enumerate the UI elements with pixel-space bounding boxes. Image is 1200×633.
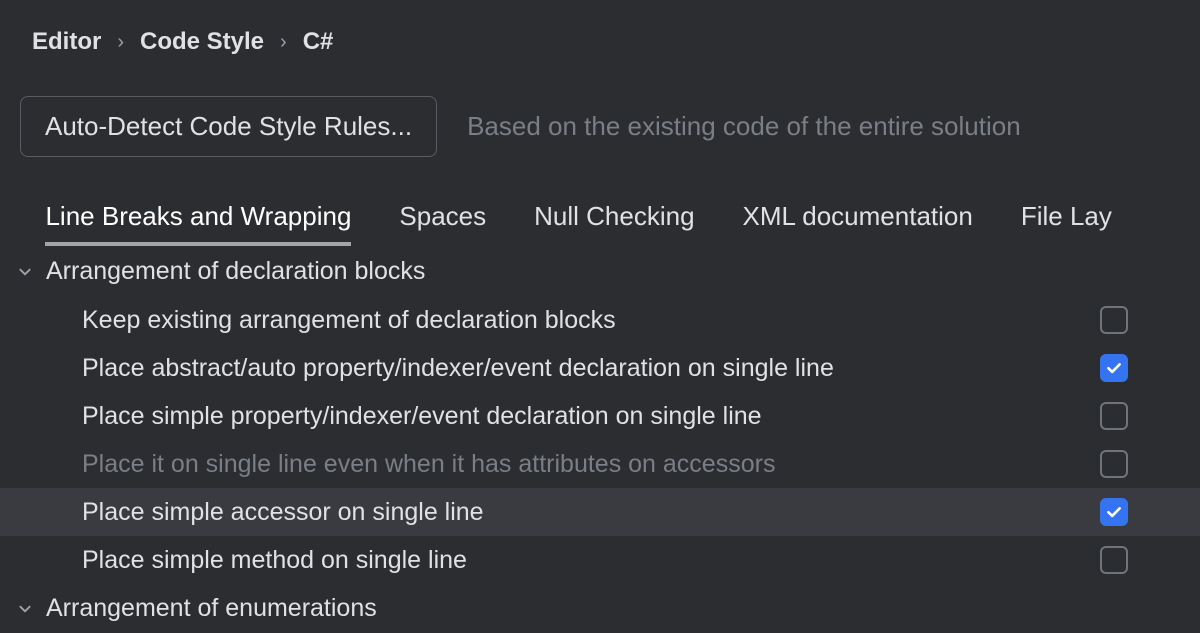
auto-detect-button[interactable]: Auto-Detect Code Style Rules... [20, 96, 437, 157]
chevron-down-icon [14, 602, 36, 616]
breadcrumb-item-csharp[interactable]: C# [303, 28, 334, 56]
tab-spaces[interactable]: Spaces [399, 193, 486, 246]
tab-xml-documentation[interactable]: XML documentation [743, 193, 973, 246]
toolbar: Auto-Detect Code Style Rules... Based on… [0, 74, 1200, 181]
chevron-right-icon: › [117, 31, 124, 54]
tab-null-checking[interactable]: Null Checking [534, 193, 694, 246]
settings-panel: Arrangement of declaration blocks Keep e… [0, 247, 1200, 633]
checkbox[interactable] [1100, 306, 1128, 334]
tab-file-layout[interactable]: File Lay [1021, 193, 1112, 246]
option-label: Place simple property/indexer/event decl… [82, 402, 762, 431]
option-row[interactable]: Keep existing arrangement of declaration… [0, 296, 1200, 344]
option-row[interactable]: Place abstract/auto property/indexer/eve… [0, 344, 1200, 392]
option-label: Place abstract/auto property/indexer/eve… [82, 354, 834, 383]
option-row[interactable]: Place simple property/indexer/event decl… [0, 392, 1200, 440]
checkbox[interactable] [1100, 450, 1128, 478]
chevron-right-icon: › [280, 31, 287, 54]
option-row[interactable]: Place it on single line even when it has… [0, 440, 1200, 488]
tab-line-breaks[interactable]: Line Breaks and Wrapping [45, 193, 351, 246]
checkbox[interactable] [1100, 546, 1128, 574]
breadcrumb-item-code-style[interactable]: Code Style [140, 28, 264, 56]
toolbar-hint: Based on the existing code of the entire… [467, 111, 1021, 142]
option-row[interactable]: Place simple accessor on single line [0, 488, 1200, 536]
option-row[interactable]: Place simple method on single line [0, 536, 1200, 584]
checkbox[interactable] [1100, 498, 1128, 526]
option-label: Place it on single line even when it has… [82, 450, 775, 479]
checkbox[interactable] [1100, 354, 1128, 382]
section-title: Arrangement of enumerations [46, 594, 377, 623]
breadcrumb: Editor › Code Style › C# [0, 0, 1200, 74]
chevron-down-icon [14, 265, 36, 279]
tabs: es Line Breaks and Wrapping Spaces Null … [0, 181, 1200, 247]
section-header-declaration-blocks[interactable]: Arrangement of declaration blocks [0, 247, 1200, 296]
section-header-enumerations[interactable]: Arrangement of enumerations [0, 584, 1200, 633]
option-label: Place simple accessor on single line [82, 498, 484, 527]
breadcrumb-item-editor[interactable]: Editor [32, 28, 101, 56]
section-title: Arrangement of declaration blocks [46, 257, 425, 286]
option-label: Place simple method on single line [82, 546, 467, 575]
option-label: Keep existing arrangement of declaration… [82, 306, 616, 335]
checkbox[interactable] [1100, 402, 1128, 430]
